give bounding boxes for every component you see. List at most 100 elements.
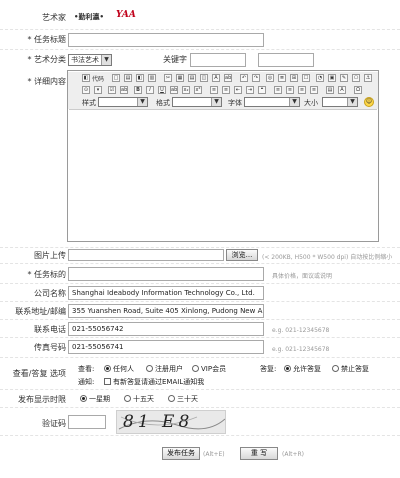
smiley-icon[interactable]: ☺ bbox=[364, 97, 374, 107]
font-select[interactable]: ▼ bbox=[244, 97, 300, 107]
form-icon[interactable]: ◔ bbox=[316, 74, 324, 82]
duration-label: 发布显示时限 bbox=[18, 395, 66, 404]
reply-option-deny[interactable]: 禁止答复 bbox=[332, 364, 369, 374]
fax-input[interactable]: 021-55056741 bbox=[68, 340, 264, 354]
paste-icon[interactable]: ▦ bbox=[176, 74, 184, 82]
strike-icon[interactable]: ab bbox=[120, 86, 128, 94]
table-icon[interactable]: ⎔ bbox=[352, 74, 360, 82]
unlink-icon[interactable]: A bbox=[338, 86, 346, 94]
view-option-registered[interactable]: 注册用户 bbox=[146, 364, 183, 374]
duration-option-week[interactable]: 一星期 bbox=[80, 394, 110, 404]
editor-content-area[interactable] bbox=[69, 109, 377, 241]
upload-path-input[interactable] bbox=[68, 249, 224, 261]
view-options-label: 查看/答复 选项 bbox=[12, 369, 66, 378]
reply-label: 答复: bbox=[260, 365, 277, 373]
link-icon[interactable]: ▤ bbox=[326, 86, 334, 94]
actions-bar: 发布任务 (Alt+E) 重 写 (Alt+R) bbox=[0, 446, 400, 462]
editor-toolbar-3: 样式 ▼ 格式 ▼ 字体 ▼ 大小 ▼ ☺ bbox=[68, 96, 378, 109]
view-option-vip[interactable]: VIP会员 bbox=[192, 364, 226, 374]
notify-checkbox[interactable]: 有新答复请通过EMAIL通知我 bbox=[104, 377, 204, 387]
category-select[interactable]: 书法艺术 ▼ bbox=[68, 54, 112, 66]
anchor-icon[interactable]: ⚓ bbox=[364, 74, 372, 82]
artist-row: 艺术家 •勤利瀛• YAA bbox=[0, 8, 400, 30]
blockquote-icon[interactable]: ❝ bbox=[258, 86, 266, 94]
captcha-image: 81 E8 bbox=[116, 410, 226, 434]
paste-word-icon[interactable]: ◫ bbox=[200, 74, 208, 82]
notify-label: 通知: bbox=[78, 378, 95, 386]
keyword-input-1[interactable] bbox=[190, 53, 246, 67]
chevron-down-icon: ▼ bbox=[211, 98, 221, 106]
upload-label: 图片上传 bbox=[34, 251, 66, 260]
company-label: 公司名称 bbox=[34, 289, 66, 298]
preview-icon[interactable]: ▤ bbox=[124, 74, 132, 82]
spellcheck-icon[interactable]: ab bbox=[224, 74, 232, 82]
target-row: * 任务标的 具体价格，面议或说明 bbox=[0, 264, 400, 284]
indent-icon[interactable]: ⇥ bbox=[246, 86, 254, 94]
target-label: * 任务标的 bbox=[27, 270, 66, 279]
upload-row: 图片上传 浏览... (< 200KB, H500 * W500 dpi) 自动… bbox=[0, 248, 400, 264]
title-row: * 任务标题 bbox=[0, 30, 400, 50]
radio-icon bbox=[284, 365, 291, 372]
style-label: 样式 bbox=[82, 99, 96, 107]
align-justify-icon[interactable]: ≡ bbox=[310, 86, 318, 94]
artist-label: 艺术家 bbox=[42, 13, 66, 22]
replace-icon[interactable]: ≣ bbox=[278, 74, 286, 82]
chevron-down-icon: ▼ bbox=[347, 98, 357, 106]
redo-icon[interactable]: ↷ bbox=[252, 74, 260, 82]
image-icon[interactable]: ▣ bbox=[328, 74, 336, 82]
publish-button[interactable]: 发布任务 bbox=[162, 447, 200, 460]
numbered-list-icon[interactable]: ≡ bbox=[210, 86, 218, 94]
special-char-icon[interactable]: Ω bbox=[354, 86, 362, 94]
bold-icon[interactable]: B bbox=[134, 86, 142, 94]
duration-option-30days[interactable]: 三十天 bbox=[168, 394, 198, 404]
phone-input[interactable]: 021-55056742 bbox=[68, 322, 264, 336]
remove-format-icon[interactable]: ☐ bbox=[302, 74, 310, 82]
size-select[interactable]: ▼ bbox=[322, 97, 358, 107]
align-center-icon[interactable]: ≡ bbox=[286, 86, 294, 94]
address-input[interactable]: 355 Yuanshen Road, Suite 405 Xinlong, Pu… bbox=[68, 304, 264, 318]
duration-option-15days[interactable]: 十五天 bbox=[124, 394, 154, 404]
chevron-down-icon: ▼ bbox=[137, 98, 147, 106]
cut-icon[interactable]: ✂ bbox=[164, 74, 172, 82]
new-page-icon[interactable]: □ bbox=[112, 74, 120, 82]
underline-icon[interactable]: U bbox=[158, 86, 166, 94]
template-icon[interactable]: ◧ bbox=[136, 74, 144, 82]
superscript-icon[interactable]: x² bbox=[194, 86, 202, 94]
chevron-down-icon: ▼ bbox=[101, 55, 111, 65]
copy-icon[interactable]: ▥ bbox=[148, 74, 156, 82]
bg-color-icon[interactable]: ▾ bbox=[94, 86, 102, 94]
source-icon[interactable]: ◧ bbox=[82, 74, 90, 82]
title-input[interactable] bbox=[68, 33, 264, 47]
text-color-icon[interactable]: ⊙ bbox=[82, 86, 90, 94]
italic-icon[interactable]: I bbox=[146, 86, 154, 94]
captcha-input[interactable] bbox=[68, 415, 106, 429]
browse-button[interactable]: 浏览... bbox=[226, 249, 258, 261]
company-input[interactable]: Shanghai Ideabody Information Technology… bbox=[68, 286, 264, 300]
target-hint: 具体价格，面议或说明 bbox=[272, 273, 333, 280]
detail-label: * 详细内容 bbox=[27, 77, 66, 86]
align-left-icon[interactable]: ≡ bbox=[274, 86, 282, 94]
view-label: 查看: bbox=[78, 365, 95, 373]
undo-icon[interactable]: ↶ bbox=[240, 74, 248, 82]
checkbox-icon[interactable]: ☑ bbox=[108, 86, 116, 94]
reset-button[interactable]: 重 写 bbox=[240, 447, 278, 460]
align-right-icon[interactable]: ≡ bbox=[298, 86, 306, 94]
outdent-icon[interactable]: ⇤ bbox=[234, 86, 242, 94]
style-select[interactable]: ▼ bbox=[98, 97, 148, 107]
find-icon[interactable]: ◎ bbox=[266, 74, 274, 82]
flash-icon[interactable]: ✎ bbox=[340, 74, 348, 82]
source-code-label[interactable]: 代码 bbox=[92, 74, 104, 83]
reply-option-allow[interactable]: 允许答复 bbox=[284, 364, 321, 374]
format-select[interactable]: ▼ bbox=[172, 97, 222, 107]
subscript-icon[interactable]: x₂ bbox=[182, 86, 190, 94]
keyword-input-2[interactable] bbox=[258, 53, 314, 67]
target-input[interactable] bbox=[68, 267, 264, 281]
print-icon[interactable]: A bbox=[212, 74, 220, 82]
view-option-anyone[interactable]: 任何人 bbox=[104, 364, 134, 374]
bullet-list-icon[interactable]: ≡ bbox=[222, 86, 230, 94]
strikethrough-icon[interactable]: ab bbox=[170, 86, 178, 94]
select-all-icon[interactable]: ⊞ bbox=[290, 74, 298, 82]
captcha-label: 验证码 bbox=[42, 419, 66, 428]
font-label: 字体 bbox=[228, 99, 242, 107]
paste-text-icon[interactable]: ▤ bbox=[188, 74, 196, 82]
